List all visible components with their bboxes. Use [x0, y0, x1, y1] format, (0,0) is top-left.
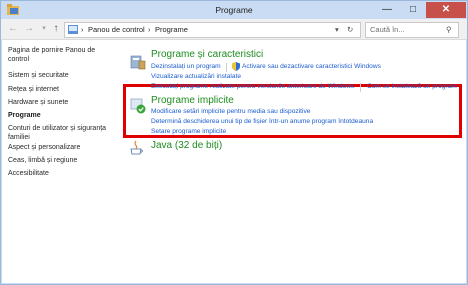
sidebar-item-system-security[interactable]: Sistem și securitate: [8, 71, 69, 80]
address-dropdown-icon[interactable]: ▾: [335, 25, 339, 34]
link-installed-updates[interactable]: Vizualizare actualizări instalate: [151, 73, 241, 80]
navigation-bar: ← → ▾ ↑ › Panou de control › Programe ▾ …: [1, 19, 467, 40]
category-title-programs-features[interactable]: Programe și caracteristici: [151, 49, 263, 60]
address-bar[interactable]: › Panou de control › Programe ▾ ↻: [64, 22, 361, 38]
category-title-default-programs[interactable]: Programe implicite: [151, 95, 234, 106]
window: Programe — □ ✕ ← → ▾ ↑ › Panou de contro…: [0, 0, 468, 285]
sidebar-item-user-accounts[interactable]: Conturi de utilizator și siguranța famil…: [8, 124, 108, 142]
sidebar-item-hardware[interactable]: Hardware și sunete: [8, 98, 68, 107]
category-title-java[interactable]: Java (32 de biți): [151, 140, 222, 151]
breadcrumb-separator: ›: [148, 25, 151, 34]
link-separator: [360, 83, 361, 92]
title-bar[interactable]: Programe — □ ✕: [1, 1, 467, 19]
sidebar-item-programs[interactable]: Programe: [8, 111, 41, 120]
sidebar-item-network[interactable]: Rețea și internet: [8, 85, 59, 94]
forward-arrow-icon[interactable]: →: [22, 22, 36, 36]
breadcrumb-control-panel[interactable]: Panou de control: [88, 25, 145, 34]
content-area: Pagina de pornire Panou de control Siste…: [2, 40, 466, 283]
link-set-default-programs[interactable]: Setare programe implicite: [151, 128, 226, 135]
search-box[interactable]: Caută în... ⚲: [365, 22, 459, 38]
search-icon[interactable]: ⚲: [446, 25, 452, 34]
back-arrow-icon[interactable]: ←: [6, 22, 20, 36]
java-icon: [130, 140, 143, 155]
sidebar-item-accessibility[interactable]: Accesibilitate: [8, 169, 49, 178]
close-button[interactable]: ✕: [426, 2, 466, 18]
breadcrumb-programs[interactable]: Programe: [155, 25, 188, 34]
link-file-associations[interactable]: Determină deschiderea unui tip de fișier…: [151, 118, 373, 125]
shield-icon: [232, 62, 240, 71]
link-separator: [226, 63, 227, 72]
minimize-button[interactable]: —: [374, 2, 400, 18]
maximize-button[interactable]: □: [400, 2, 426, 18]
sidebar-item-appearance[interactable]: Aspect și personalizare: [8, 143, 80, 152]
sidebar-item-clock-language[interactable]: Ceas, limbă și regiune: [8, 156, 77, 165]
refresh-icon[interactable]: ↻: [347, 25, 353, 34]
search-input[interactable]: Caută în...: [370, 25, 405, 34]
control-panel-icon: [68, 25, 78, 34]
link-how-to-install[interactable]: Cum se instalează un program: [367, 83, 457, 90]
up-arrow-icon[interactable]: ↑: [49, 22, 63, 36]
link-uninstall-program[interactable]: Dezinstalați un program: [151, 63, 221, 70]
link-autoplay-settings[interactable]: Modificare setări implicite pentru media…: [151, 108, 310, 115]
sidebar-item-home[interactable]: Pagina de pornire Panou de control: [8, 46, 112, 64]
link-windows-features[interactable]: Activare sau dezactivare caracteristici …: [242, 63, 381, 70]
breadcrumb-separator: ›: [81, 25, 84, 34]
programs-features-icon: [130, 55, 146, 70]
link-compatibility-programs[interactable]: Executați programe realizate pentru vers…: [151, 83, 354, 90]
default-programs-icon: [130, 98, 146, 114]
